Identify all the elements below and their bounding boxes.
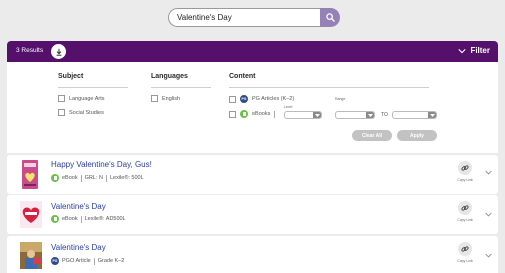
divider (105, 174, 107, 182)
book-cover-image (20, 201, 42, 228)
option-label: PG Articles (K–2) (252, 96, 295, 102)
filter-option-language-arts[interactable]: Language Arts (58, 95, 104, 102)
search-button[interactable] (320, 8, 340, 27)
search-icon (325, 13, 335, 22)
pg-article-icon: PG (51, 257, 59, 265)
search-bar (168, 8, 340, 27)
content-type: eBook (62, 216, 78, 222)
checkbox[interactable] (58, 95, 65, 102)
option-label: eBooks (252, 111, 271, 117)
filter-toggle[interactable]: Filter (458, 46, 490, 55)
copy-link[interactable]: Copy Link (452, 161, 478, 189)
result-title-link[interactable]: Valentine's Day (51, 243, 106, 252)
subject-divider (58, 87, 128, 88)
filter-option-english[interactable]: English (151, 95, 180, 102)
checkbox[interactable] (58, 109, 65, 116)
checkbox[interactable] (229, 110, 236, 118)
result-card[interactable]: Valentine's Day eBook Lexile®: AD500L Co… (7, 195, 498, 234)
range-label: Range (335, 97, 346, 101)
range-to-label: TO (381, 112, 388, 118)
filter-panel: 3 Results Filter Subject Language Arts S… (7, 41, 498, 153)
copy-link-label: Copy Link (457, 218, 473, 222)
download-icon (56, 48, 61, 56)
level-label: Level (284, 105, 293, 109)
lexile-level: Lexile®: 500L (109, 175, 144, 181)
content-divider (229, 87, 429, 88)
expand-chevron-icon[interactable] (484, 251, 492, 259)
range-to-select[interactable] (392, 111, 437, 119)
filter-option-social-studies[interactable]: Social Studies (58, 109, 104, 116)
result-card[interactable]: Valentine's Day PG PGO Article Grade K–2… (7, 236, 498, 273)
search-input[interactable] (168, 8, 320, 27)
copy-link-label: Copy Link (457, 259, 473, 263)
pg-article-icon: PG (240, 95, 248, 103)
chevron-down-icon (458, 48, 467, 53)
copy-link[interactable]: Copy Link (452, 242, 478, 270)
dropdown-arrow-icon (428, 112, 436, 118)
results-toolbar: 3 Results Filter (7, 41, 498, 62)
grl-level: GRL: N (84, 175, 103, 181)
article-image (20, 242, 42, 269)
filter-option-pg-articles[interactable]: PG PG Articles (K–2) (229, 95, 294, 103)
divider (80, 174, 82, 182)
copy-link-button[interactable] (458, 242, 472, 256)
content-heading: Content (229, 73, 256, 80)
checkbox[interactable] (151, 95, 158, 102)
ebook-icon (240, 110, 248, 118)
content-type: eBook (62, 175, 78, 181)
copy-link-button[interactable] (458, 161, 472, 175)
result-card[interactable]: Happy Valentine's Day, Gus! eBook GRL: N… (7, 155, 498, 194)
option-label: Language Arts (69, 95, 105, 102)
divider (274, 110, 276, 118)
dropdown-arrow-icon (366, 112, 374, 118)
lexile-level: Lexile®: AD500L (84, 216, 126, 222)
download-button[interactable] (51, 44, 66, 59)
option-label: English (162, 95, 181, 102)
link-icon (461, 165, 469, 171)
languages-divider (151, 87, 211, 88)
range-from-select[interactable] (335, 111, 375, 119)
languages-heading: Languages (151, 73, 188, 80)
result-meta: eBook GRL: N Lexile®: 500L (51, 174, 144, 182)
ebook-icon (51, 215, 59, 223)
content-type: PGO Article (62, 258, 91, 264)
option-label: Social Studies (69, 109, 104, 116)
filter-label: Filter (470, 46, 490, 55)
divider (80, 215, 82, 223)
copy-link-label: Copy Link (457, 178, 473, 182)
apply-button[interactable]: Apply (397, 130, 437, 141)
filter-option-ebooks[interactable]: eBooks (229, 110, 276, 118)
copy-link-button[interactable] (458, 201, 472, 215)
divider (93, 257, 95, 265)
results-count: 3 Results (16, 47, 44, 54)
dropdown-arrow-icon (313, 112, 321, 118)
result-title-link[interactable]: Valentine's Day (51, 202, 106, 211)
result-meta: eBook Lexile®: AD500L (51, 215, 126, 223)
link-icon (461, 205, 469, 211)
subject-heading: Subject (58, 73, 84, 80)
top-search-area (0, 0, 505, 40)
clear-all-button[interactable]: Clear All (352, 130, 392, 141)
book-cover-image (22, 160, 38, 189)
expand-chevron-icon[interactable] (484, 168, 492, 176)
link-icon (461, 246, 469, 252)
copy-link[interactable]: Copy Link (452, 201, 478, 229)
checkbox[interactable] (229, 95, 236, 103)
grade-level: Grade K–2 (97, 258, 125, 264)
level-select[interactable] (284, 111, 322, 119)
ebook-icon (51, 174, 59, 182)
result-title-link[interactable]: Happy Valentine's Day, Gus! (51, 160, 152, 169)
result-meta: PG PGO Article Grade K–2 (51, 257, 124, 265)
expand-chevron-icon[interactable] (484, 210, 492, 218)
